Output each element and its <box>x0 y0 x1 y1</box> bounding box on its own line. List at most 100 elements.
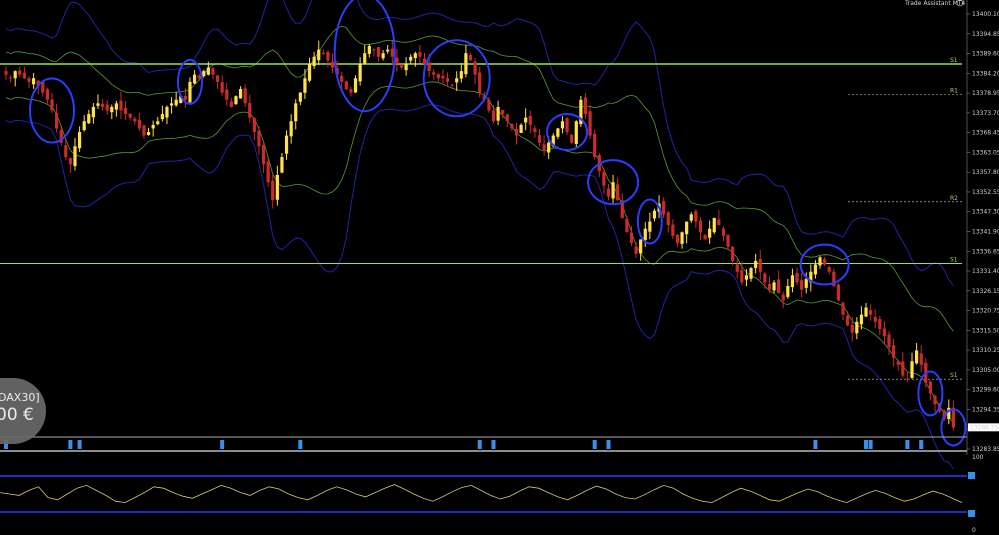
signal-marker <box>905 440 910 449</box>
candle-body <box>77 131 82 149</box>
candle-body <box>915 350 919 364</box>
candle-body <box>726 235 730 247</box>
candle-body <box>850 324 854 333</box>
candle-body <box>777 279 781 294</box>
candle-body <box>639 239 643 254</box>
candle-body <box>18 70 22 75</box>
candle-body <box>846 315 850 326</box>
candle-body <box>8 77 13 79</box>
candle-body <box>257 130 261 147</box>
candle-body <box>312 56 316 67</box>
candle-body <box>280 157 284 173</box>
candle-body <box>602 171 606 186</box>
candle-body <box>22 72 26 79</box>
candle-body <box>41 82 45 93</box>
candle-body <box>717 219 721 226</box>
badge-symbol: DAX30] <box>0 391 40 404</box>
signal-marker <box>491 440 496 449</box>
price-tick-label: 13336.65 <box>972 248 999 255</box>
price-tick-label: 13341.90 <box>972 229 999 236</box>
candle-body <box>823 259 827 265</box>
candle-body <box>680 232 684 244</box>
candle-body <box>87 114 91 124</box>
candle-body <box>928 381 933 394</box>
signal-marker <box>77 440 82 449</box>
candle-body <box>473 61 477 75</box>
price-tick-label: 13357.80 <box>972 169 999 176</box>
price-tick-label: 13389.60 <box>972 51 999 58</box>
candle-body <box>910 361 914 378</box>
candle-body <box>694 211 698 222</box>
candle-body <box>261 145 266 165</box>
candle-body <box>905 378 910 380</box>
candle-body <box>266 161 270 183</box>
candle-body <box>307 63 312 81</box>
candle-body <box>800 280 804 290</box>
candle-body <box>4 71 8 75</box>
candle-body <box>243 88 247 104</box>
candle-body <box>859 314 864 325</box>
price-tick-label: 13310.25 <box>972 347 999 354</box>
candle-body <box>519 124 523 133</box>
candle-body <box>464 53 468 75</box>
signal-marker <box>813 440 818 449</box>
candle-body <box>836 284 841 301</box>
candle-body <box>82 121 86 131</box>
candle-body <box>501 109 505 115</box>
candle-body <box>878 319 882 330</box>
candle-body <box>542 144 546 150</box>
price-tick-label: 13347.30 <box>972 209 999 216</box>
candle-body <box>496 106 500 121</box>
candle-body <box>192 74 197 84</box>
candle-body <box>169 103 174 106</box>
candle-body <box>652 210 657 219</box>
candle-body <box>445 78 450 82</box>
candle-body <box>547 142 551 153</box>
candle-body <box>455 78 459 83</box>
candle-body <box>896 361 900 365</box>
candle-body <box>662 201 666 215</box>
price-tick-label: 13299.60 <box>972 387 999 394</box>
price-tick-label: 13373.70 <box>972 110 999 117</box>
candle-body <box>901 361 905 376</box>
candle-body <box>151 124 155 129</box>
candle-body <box>491 110 496 122</box>
candle-body <box>758 259 762 272</box>
candle-body <box>588 111 592 136</box>
candle-body <box>340 75 344 82</box>
price-tick-label: 13400.10 <box>972 11 999 18</box>
price-tick-label: 13384.20 <box>972 70 999 77</box>
candle-body <box>202 71 206 77</box>
candle-body <box>330 61 335 68</box>
level-label: R1 <box>950 88 958 95</box>
candle-body <box>869 310 873 315</box>
candle-body <box>183 95 187 100</box>
candle-body <box>119 100 123 111</box>
candle-body <box>73 146 77 167</box>
candle-body <box>298 92 302 102</box>
candle-body <box>390 48 394 57</box>
candle-body <box>64 145 68 158</box>
candle-body <box>795 273 799 283</box>
signal-marker <box>68 440 73 449</box>
candle-body <box>13 71 17 79</box>
candle-body <box>882 328 887 337</box>
signal-marker <box>298 440 303 449</box>
candle-body <box>156 121 160 125</box>
candle-body <box>478 72 482 93</box>
candle-body <box>133 118 137 122</box>
osc-tick-label: 0 <box>972 527 976 534</box>
candle-body <box>317 49 321 61</box>
price-tick-label: 13283.85 <box>972 446 999 453</box>
price-tick-label: 13294.35 <box>972 406 999 413</box>
candle-body <box>114 103 118 110</box>
candle-body <box>648 221 652 232</box>
price-tick-label: 13315.50 <box>972 327 999 334</box>
candle-body <box>146 131 151 135</box>
candle-body <box>919 353 923 365</box>
candle-body <box>712 217 716 233</box>
candle-body <box>611 182 615 199</box>
candle-body <box>105 104 109 111</box>
candle-body <box>234 96 238 105</box>
candle-body <box>505 114 509 122</box>
